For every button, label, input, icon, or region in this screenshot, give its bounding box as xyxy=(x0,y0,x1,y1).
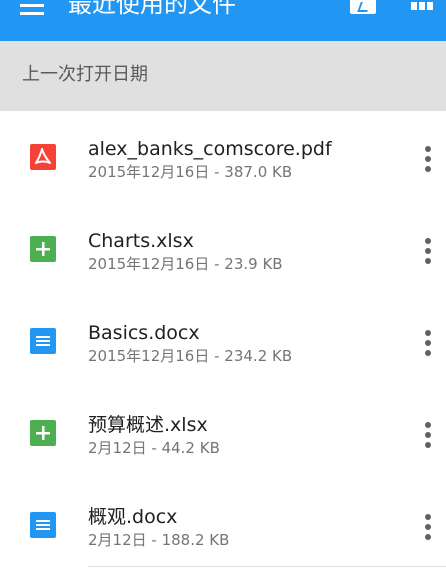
file-row[interactable]: 概观.docx 2月12日 - 188.2 KB xyxy=(0,481,446,572)
app-bar: 最近使用的文件 xyxy=(0,0,446,41)
spreadsheet-file-icon xyxy=(30,236,56,262)
file-meta: 2月12日 - 44.2 KB xyxy=(88,439,220,457)
file-meta: 2015年12月16日 - 23.9 KB xyxy=(88,255,283,273)
file-meta: 2015年12月16日 - 234.2 KB xyxy=(88,347,293,365)
list-divider xyxy=(88,566,446,567)
app-screen: 最近使用的文件 上一次打开日期 alex_banks_comscore.pdf … xyxy=(0,0,446,572)
more-options-icon[interactable] xyxy=(420,330,436,356)
spreadsheet-file-icon xyxy=(30,420,56,446)
file-name: 预算概述.xlsx xyxy=(88,414,208,436)
document-file-icon xyxy=(30,512,56,538)
reader-icon[interactable] xyxy=(350,0,376,14)
hamburger-menu-icon[interactable] xyxy=(20,4,44,16)
section-header-label: 上一次打开日期 xyxy=(22,64,148,85)
section-header: 上一次打开日期 xyxy=(0,41,446,111)
document-file-icon xyxy=(30,328,56,354)
more-options-icon[interactable] xyxy=(420,514,436,540)
file-row[interactable]: Charts.xlsx 2015年12月16日 - 23.9 KB xyxy=(0,205,446,297)
grid-view-icon[interactable] xyxy=(411,0,435,14)
file-row[interactable]: Basics.docx 2015年12月16日 - 234.2 KB xyxy=(0,297,446,389)
file-name: 概观.docx xyxy=(88,506,178,528)
app-bar-title: 最近使用的文件 xyxy=(68,0,236,18)
pdf-file-icon xyxy=(30,144,56,170)
more-options-icon[interactable] xyxy=(420,422,436,448)
file-meta: 2月12日 - 188.2 KB xyxy=(88,531,230,549)
file-row[interactable]: alex_banks_comscore.pdf 2015年12月16日 - 38… xyxy=(0,111,446,205)
file-name: Charts.xlsx xyxy=(88,230,194,252)
file-list: alex_banks_comscore.pdf 2015年12月16日 - 38… xyxy=(0,111,446,572)
file-meta: 2015年12月16日 - 387.0 KB xyxy=(88,163,293,181)
file-row[interactable]: 预算概述.xlsx 2月12日 - 44.2 KB xyxy=(0,389,446,481)
more-options-icon[interactable] xyxy=(420,238,436,264)
file-name: alex_banks_comscore.pdf xyxy=(88,138,332,160)
file-name: Basics.docx xyxy=(88,322,200,344)
more-options-icon[interactable] xyxy=(420,146,436,172)
